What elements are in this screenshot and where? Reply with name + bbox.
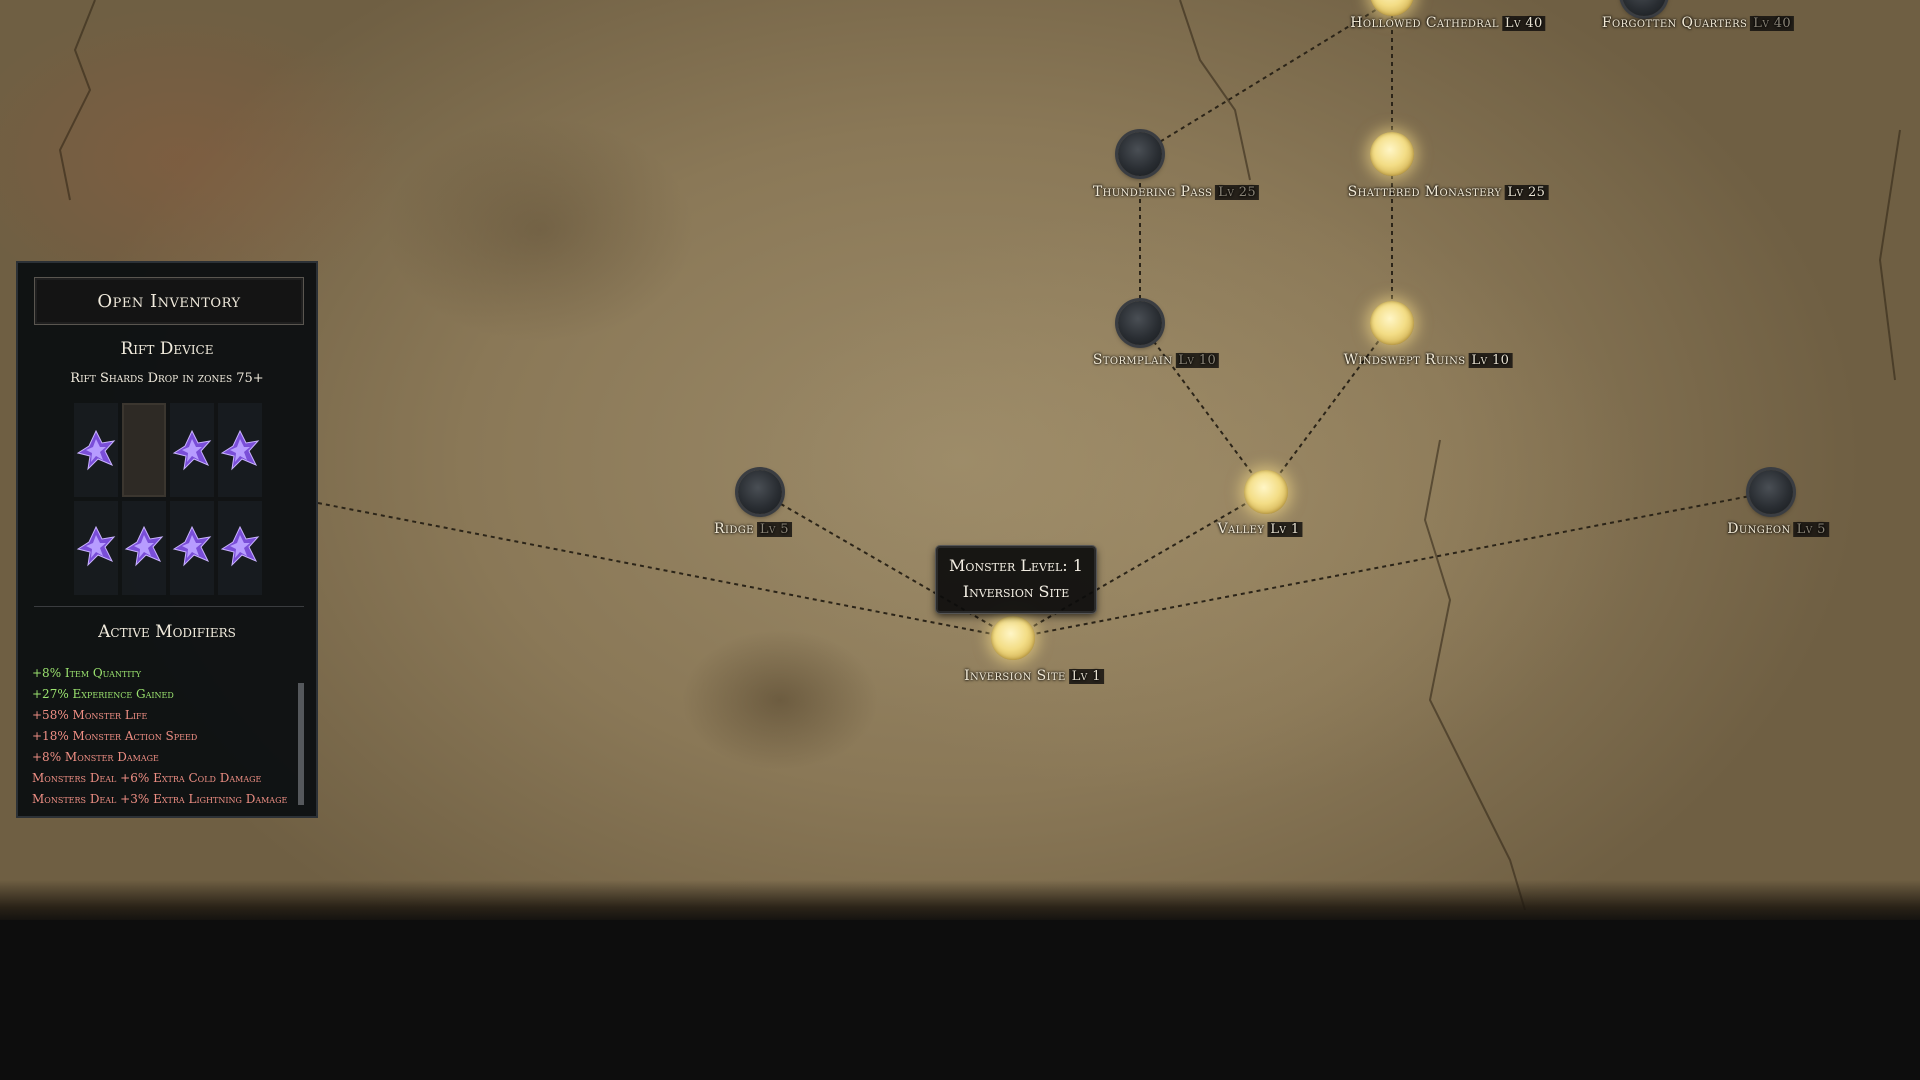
panel-title: Rift Device — [120, 339, 214, 359]
empty-shard-slot[interactable] — [122, 403, 166, 497]
node-name: Inversion Site — [964, 668, 1066, 684]
node-dungeon[interactable] — [1749, 470, 1793, 514]
node-name: Hollowed Cathedral — [1350, 15, 1499, 31]
rift-shard-grid — [74, 403, 264, 595]
label-hollowed-cathedral: Hollowed Cathedral Lv 40 — [1350, 15, 1546, 31]
node-level: Lv 1 — [1267, 522, 1303, 537]
tooltip-zone-name: Inversion Site — [962, 582, 1070, 601]
rift-shard-icon[interactable] — [220, 525, 260, 567]
label-windswept-ruins: Windswept Ruins Lv 10 — [1344, 352, 1513, 368]
label-stormplain: Stormplain Lv 10 — [1092, 352, 1220, 368]
node-level: Lv 10 — [1468, 353, 1513, 368]
node-name: Forgotten Quarters — [1601, 15, 1748, 31]
bottom-bar — [0, 920, 1920, 1080]
node-level: Lv 10 — [1175, 353, 1220, 368]
label-forgotten-quarters: Forgotten Quarters Lv 40 — [1601, 15, 1795, 31]
modifiers-title: Active Modifiers — [98, 622, 236, 642]
rift-device-panel: Open Inventory Rift Device Rift Shards D… — [16, 261, 318, 818]
node-level: Lv 25 — [1504, 185, 1549, 200]
modifier-item: Monsters Deal +6% Extra Cold Damage — [32, 771, 262, 785]
node-level: Lv 5 — [1793, 522, 1829, 537]
node-level: Lv 1 — [1068, 669, 1104, 684]
modifier-item: +27% Experience Gained — [32, 687, 174, 701]
node-tooltip: Monster Level: 1 Inversion Site — [936, 546, 1096, 613]
node-name: Ridge — [714, 521, 754, 537]
modifier-scrollbar[interactable] — [298, 683, 304, 805]
label-ridge: Ridge Lv 5 — [714, 521, 792, 537]
modifier-item: +58% Monster Life — [32, 708, 148, 722]
link-inversion-dungeon — [1012, 491, 1772, 639]
node-level: Lv 40 — [1750, 16, 1795, 31]
node-name: Shattered Monastery — [1347, 184, 1502, 200]
modifier-item: Monsters Deal +3% Extra Lightning Damage — [32, 792, 288, 806]
rift-shard-icon[interactable] — [172, 525, 212, 567]
link-valley-windswept — [1265, 322, 1393, 493]
map-crack — [1423, 439, 1526, 911]
label-valley: Valley Lv 1 — [1217, 521, 1303, 537]
rift-shard-icon[interactable] — [172, 429, 212, 471]
link-valley-stormplain — [1139, 322, 1267, 493]
modifier-list: +8% Item Quantity +27% Experience Gained… — [32, 663, 312, 810]
map-crack — [58, 0, 96, 201]
node-ridge[interactable] — [738, 470, 782, 514]
node-valley[interactable] — [1244, 470, 1288, 514]
modifier-item: +18% Monster Action Speed — [32, 729, 198, 743]
node-stormplain[interactable] — [1118, 301, 1162, 345]
modifier-item: +8% Monster Damage — [32, 750, 159, 764]
link-inversion-west — [317, 502, 1014, 639]
open-inventory-button[interactable]: Open Inventory — [34, 277, 304, 325]
map-torn-edge — [0, 880, 1920, 925]
label-thundering-pass: Thundering Pass Lv 25 — [1092, 184, 1260, 200]
label-inversion-site: Inversion Site Lv 1 — [964, 668, 1104, 684]
node-inversion-site[interactable] — [991, 616, 1035, 660]
rift-shard-icon[interactable] — [76, 525, 116, 567]
tooltip-monster-level: Monster Level: 1 — [949, 556, 1083, 575]
node-name: Windswept Ruins — [1343, 352, 1466, 368]
node-name: Dungeon — [1727, 521, 1791, 537]
label-shattered-monastery: Shattered Monastery Lv 25 — [1348, 184, 1549, 200]
rift-shard-icon[interactable] — [76, 429, 116, 471]
map-crack — [1878, 129, 1901, 381]
node-name: Thundering Pass — [1092, 184, 1213, 200]
rift-shard-icon[interactable] — [220, 429, 260, 471]
panel-divider — [34, 606, 304, 607]
map-crack — [1179, 0, 1251, 181]
label-dungeon: Dungeon Lv 5 — [1727, 521, 1829, 537]
node-shattered-monastery[interactable] — [1370, 132, 1414, 176]
node-name: Stormplain — [1092, 352, 1173, 368]
node-windswept-ruins[interactable] — [1370, 301, 1414, 345]
node-thundering-pass[interactable] — [1118, 132, 1162, 176]
node-name: Valley — [1217, 521, 1265, 537]
node-level: Lv 25 — [1215, 185, 1260, 200]
modifier-item: +8% Item Quantity — [32, 666, 142, 680]
rift-shard-icon[interactable] — [124, 525, 164, 567]
panel-subtitle: Rift Shards Drop in zones 75+ — [70, 371, 264, 386]
node-level: Lv 40 — [1501, 16, 1546, 31]
node-level: Lv 5 — [756, 522, 792, 537]
